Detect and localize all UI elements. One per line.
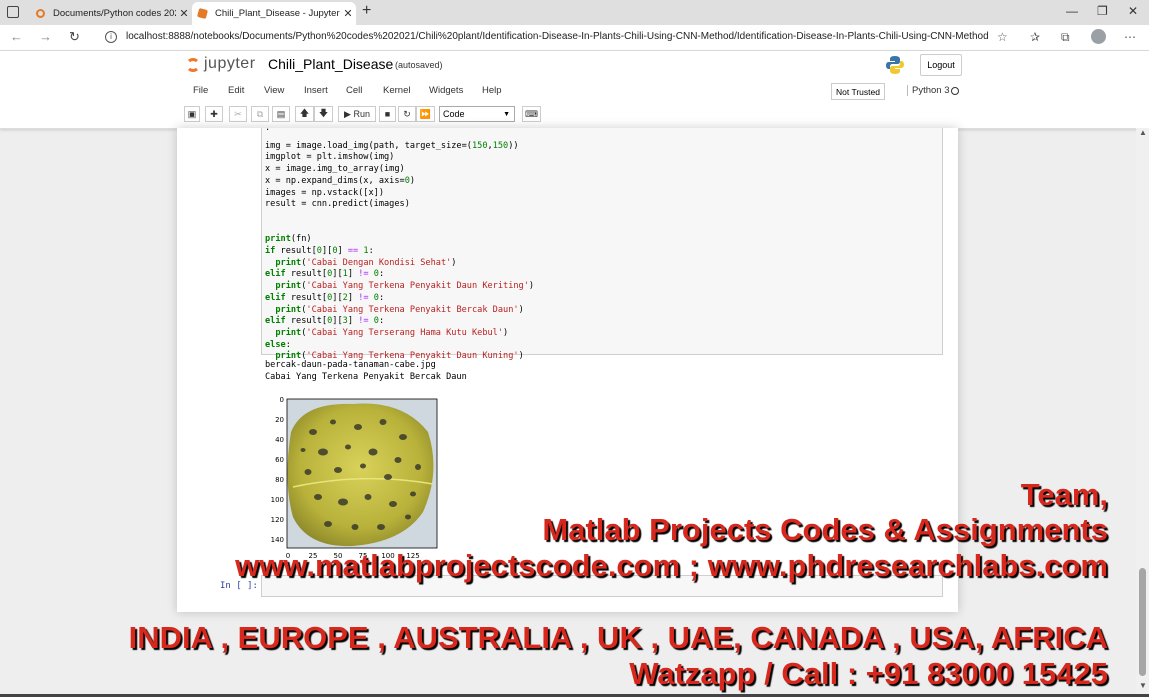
minimize-icon[interactable]: — xyxy=(1066,4,1078,18)
url-field[interactable]: localhost:8888/notebooks/Documents/Pytho… xyxy=(126,31,988,42)
jupyter-logo-icon xyxy=(186,56,200,72)
profile-avatar-icon[interactable] xyxy=(1091,29,1106,44)
watermark-title: Matlab Projects Codes & Assignments xyxy=(542,512,1108,547)
command-palette-icon[interactable]: ⌨ xyxy=(522,106,541,122)
watermark-contact: Watzapp / Call : +91 83000 15425 xyxy=(629,656,1108,691)
scroll-up-icon[interactable]: ▲ xyxy=(1139,128,1147,137)
scrollbar-thumb[interactable] xyxy=(1139,568,1146,676)
jupyter-logo[interactable]: jupyter xyxy=(186,55,256,73)
watermark-regions: INDIA , EUROPE , AUSTRALIA , UK , UAE, C… xyxy=(128,620,1108,655)
menu-help[interactable]: Help xyxy=(482,85,502,96)
save-icon[interactable]: ▣ xyxy=(184,106,200,122)
run-button[interactable]: ▶ Run xyxy=(338,106,376,122)
y-tick-label: 20 xyxy=(275,416,284,424)
y-tick-label: 80 xyxy=(275,476,284,484)
scroll-down-icon[interactable]: ▼ xyxy=(1139,681,1147,690)
cell-output-text: bercak-daun-pada-tanaman-cabe.jpg Cabai … xyxy=(265,360,467,383)
menu-insert[interactable]: Insert xyxy=(304,85,328,96)
browser-tab-notebook[interactable]: Chili_Plant_Disease - Jupyter Not ✕ xyxy=(192,2,356,25)
jupyter-header: jupyter Chili_Plant_Disease (autosaved) … xyxy=(0,51,1149,129)
forward-icon[interactable]: → xyxy=(39,29,52,44)
notebook-toolbar: ▣ ✚ ✂ ⧉ ▤ 🡅 🡇 ▶ Run ■ ↻ ⏩ Code ▼ ⌨ xyxy=(0,105,1149,125)
browser-tab-documents[interactable]: Documents/Python codes 2021/ ✕ xyxy=(30,2,192,25)
browser-tab-bar: Documents/Python codes 2021/ ✕ Chili_Pla… xyxy=(0,0,1149,25)
tab-title: Documents/Python codes 2021/ xyxy=(53,8,176,19)
new-tab-icon[interactable]: + xyxy=(362,2,371,20)
page-scrollbar[interactable]: ▲ ▼ xyxy=(1136,128,1149,694)
insert-cell-icon[interactable]: ✚ xyxy=(205,106,223,122)
kernel-name[interactable]: Python 3 xyxy=(907,85,950,96)
menu-cell[interactable]: Cell xyxy=(346,85,362,96)
cell-type-select[interactable]: Code ▼ xyxy=(439,106,515,122)
chevron-down-icon: ▼ xyxy=(503,110,510,118)
y-tick-label: 60 xyxy=(275,456,284,464)
collections-icon[interactable]: ⧉ xyxy=(1061,30,1070,45)
restart-run-all-icon[interactable]: ⏩ xyxy=(416,106,435,122)
maximize-icon[interactable]: ❐ xyxy=(1097,4,1108,18)
menu-view[interactable]: View xyxy=(264,85,284,96)
not-trusted-button[interactable]: Not Trusted xyxy=(831,83,885,100)
move-up-icon[interactable]: 🡅 xyxy=(295,106,314,122)
menu-bar: File Edit View Insert Cell Kernel Widget… xyxy=(0,82,1149,102)
favorite-star-icon[interactable]: ☆ xyxy=(997,30,1008,44)
restart-icon[interactable]: ↻ xyxy=(398,106,416,122)
autosave-status: (autosaved) xyxy=(395,60,443,70)
move-down-icon[interactable]: 🡇 xyxy=(314,106,333,122)
leaf-image-plot: 0 20 40 60 80 100 120 140 0 25 50 75 100… xyxy=(271,396,438,560)
code-cell[interactable]: . img = image.load_img(path, target_size… xyxy=(261,123,943,361)
code-editor[interactable]: . img = image.load_img(path, target_size… xyxy=(265,123,534,363)
more-menu-icon[interactable]: ⋯ xyxy=(1124,30,1136,44)
jupyter-favicon-icon xyxy=(196,7,209,20)
close-tab-icon[interactable]: ✕ xyxy=(340,7,356,20)
y-tick-label: 100 xyxy=(271,496,284,504)
menu-widgets[interactable]: Widgets xyxy=(429,85,463,96)
cell-type-value: Code xyxy=(443,109,465,119)
cut-icon[interactable]: ✂ xyxy=(229,106,247,122)
menu-kernel[interactable]: Kernel xyxy=(383,85,410,96)
close-tab-icon[interactable]: ✕ xyxy=(176,7,192,20)
run-label: Run xyxy=(353,109,370,119)
kernel-idle-icon xyxy=(951,87,959,95)
output-line: Cabai Yang Terkena Penyakit Bercak Daun xyxy=(265,371,467,382)
interrupt-icon[interactable]: ■ xyxy=(379,106,396,122)
close-window-icon[interactable]: ✕ xyxy=(1128,4,1138,18)
logout-button[interactable]: Logout xyxy=(920,54,962,76)
back-icon[interactable]: ← xyxy=(10,29,23,44)
tab-title: Chili_Plant_Disease - Jupyter Not xyxy=(215,8,340,19)
site-info-icon[interactable]: i xyxy=(105,31,117,43)
y-tick-label: 40 xyxy=(275,436,284,444)
copy-icon[interactable]: ⧉ xyxy=(251,106,269,122)
paste-icon[interactable]: ▤ xyxy=(272,106,290,122)
watermark-websites: www.matlabprojectscode.com ; www.phdrese… xyxy=(235,548,1108,583)
reload-icon[interactable]: ↻ xyxy=(69,29,80,45)
menu-file[interactable]: File xyxy=(193,85,208,96)
y-tick-label: 0 xyxy=(280,396,284,404)
watermark-team: Team, xyxy=(1020,477,1108,512)
y-tick-label: 140 xyxy=(271,536,284,544)
tab-actions-icon[interactable] xyxy=(7,6,19,18)
jupyter-favicon-icon xyxy=(36,9,45,18)
python-logo-icon xyxy=(886,56,904,74)
menu-edit[interactable]: Edit xyxy=(228,85,244,96)
address-bar: ← → ↻ i localhost:8888/notebooks/Documen… xyxy=(0,25,1149,51)
run-icon: ▶ xyxy=(344,108,354,119)
jupyter-logo-text: jupyter xyxy=(204,55,256,72)
output-line: bercak-daun-pada-tanaman-cabe.jpg xyxy=(265,360,436,370)
y-tick-label: 120 xyxy=(271,516,284,524)
notebook-name[interactable]: Chili_Plant_Disease xyxy=(268,56,393,72)
favorites-icon[interactable]: ✰ xyxy=(1030,30,1040,44)
